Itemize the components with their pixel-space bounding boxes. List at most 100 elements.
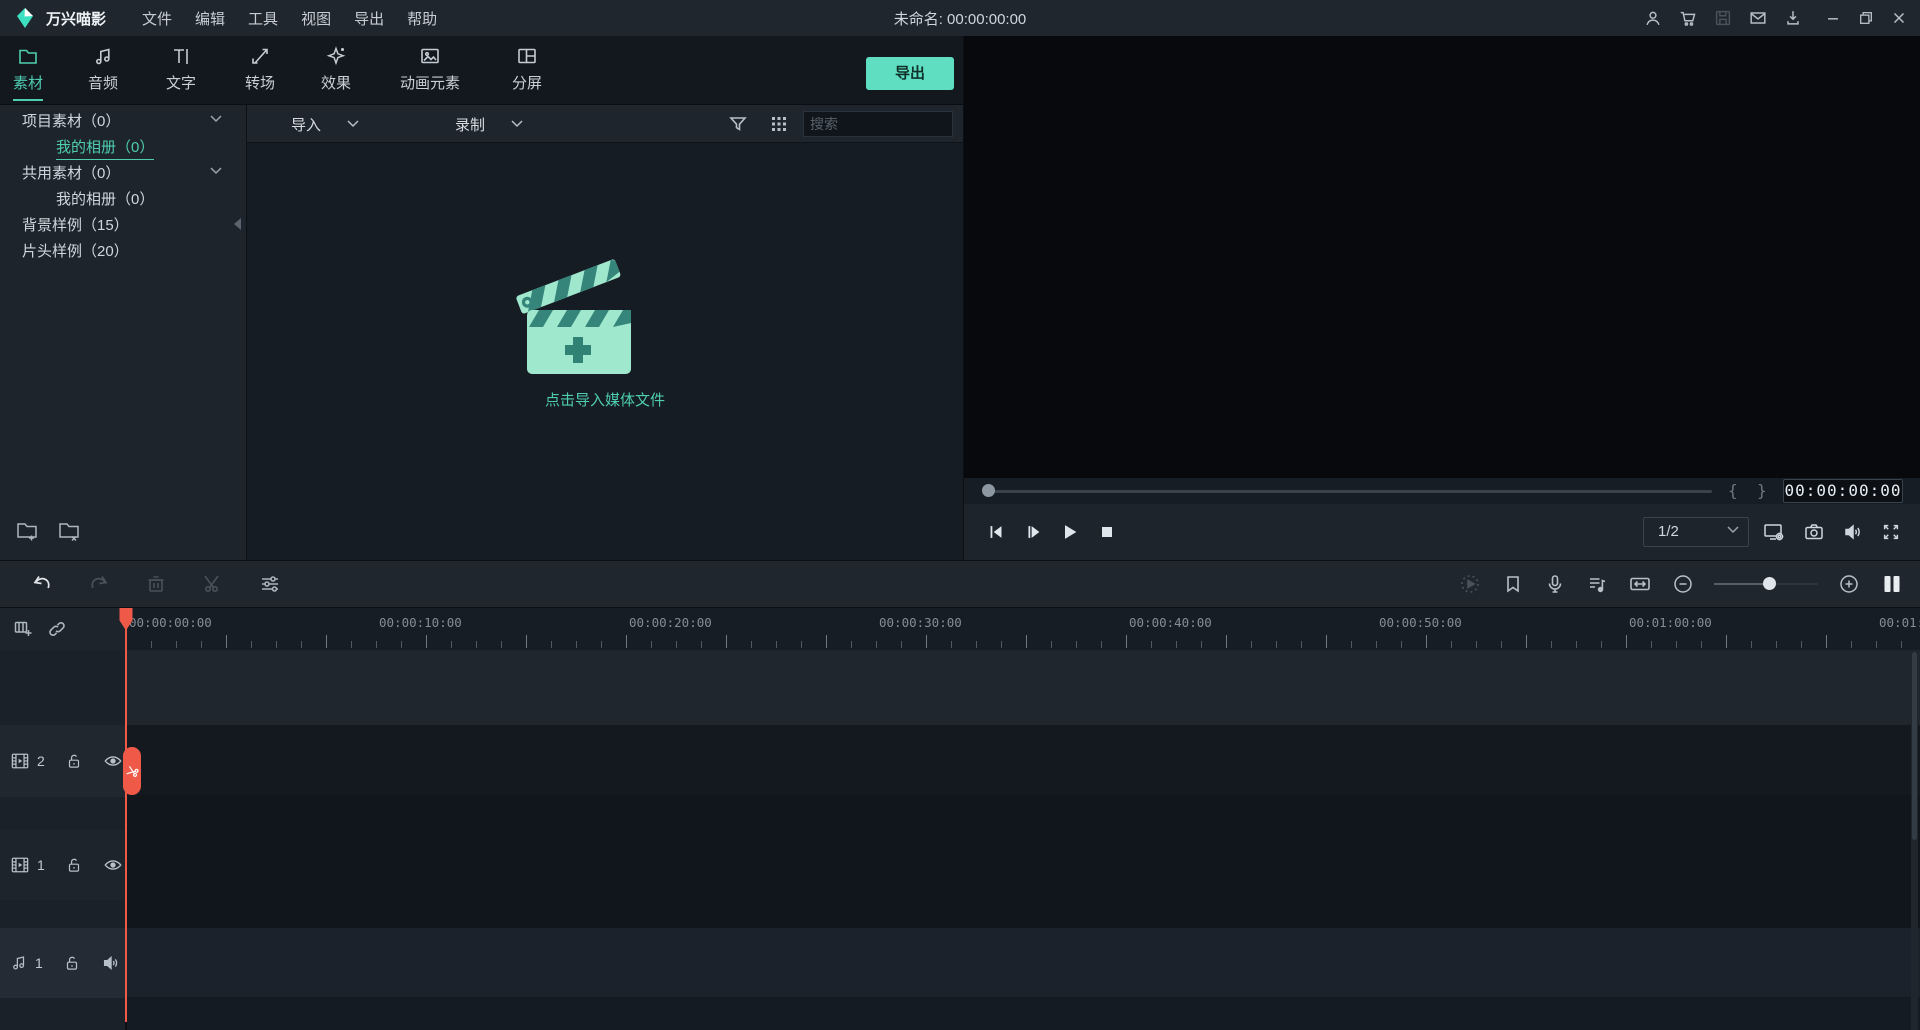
music-note-icon <box>63 43 143 69</box>
marker-icon[interactable] <box>1502 573 1524 595</box>
audio-track-icon <box>10 954 28 972</box>
scissors-icon[interactable] <box>201 572 225 596</box>
ruler-label: 00:00:00:00 <box>129 615 212 630</box>
tab-transitions[interactable]: 转场 <box>220 43 300 99</box>
audio-list-icon[interactable] <box>1586 573 1608 595</box>
microphone-icon[interactable] <box>1544 573 1566 595</box>
video-track-icon <box>10 752 30 770</box>
eye-icon[interactable] <box>103 751 123 771</box>
tab-audio[interactable]: 音频 <box>63 43 143 99</box>
stop-button[interactable] <box>1097 522 1117 542</box>
export-button[interactable]: 导出 <box>866 57 954 90</box>
app-logo-icon <box>14 7 36 29</box>
menu-view[interactable]: 视图 <box>301 8 331 29</box>
playhead-cut-button[interactable] <box>123 747 141 795</box>
timeline-ruler[interactable]: 00:00:00:00 00:00:10:00 00:00:20:00 00:0… <box>126 608 1920 650</box>
grid-view-icon[interactable] <box>768 113 790 135</box>
video-track-1-header: 1 <box>0 830 126 900</box>
mixer-icon[interactable] <box>258 572 282 596</box>
minimize-button[interactable] <box>1824 9 1842 27</box>
sidebar-item-shared-media[interactable]: 共用素材（0） <box>0 161 246 187</box>
split-screen-icon <box>487 43 567 69</box>
timeline-zoom-slider[interactable] <box>1714 577 1818 591</box>
tab-elements[interactable]: 动画元素 <box>385 43 475 99</box>
sidebar-item-my-album-project[interactable]: 我的相册（0） <box>0 135 246 161</box>
sidebar-item-project-media[interactable]: 项目素材（0） <box>0 109 246 135</box>
panel-columns-icon[interactable] <box>1880 572 1904 596</box>
previous-frame-button[interactable] <box>986 522 1006 542</box>
menu-edit[interactable]: 编辑 <box>195 8 225 29</box>
speaker-icon[interactable] <box>101 953 121 973</box>
chevron-down-icon[interactable] <box>210 115 222 123</box>
tab-split-screen[interactable]: 分屏 <box>487 43 567 99</box>
preview-quality-select[interactable]: 1/2 <box>1643 517 1749 547</box>
sidebar-item-intro-samples[interactable]: 片头样例（20） <box>0 239 246 265</box>
chevron-down-icon[interactable] <box>210 167 222 175</box>
save-icon[interactable] <box>1713 8 1733 28</box>
seek-thumb[interactable] <box>982 484 995 497</box>
cart-icon[interactable] <box>1678 8 1698 28</box>
next-frame-button[interactable] <box>1023 522 1043 542</box>
play-button[interactable] <box>1060 522 1080 542</box>
video-track-2-lane <box>126 725 1920 795</box>
menu-tools[interactable]: 工具 <box>248 8 278 29</box>
menu-help[interactable]: 帮助 <box>407 8 437 29</box>
ruler-label: 00:00:40:00 <box>1129 615 1212 630</box>
import-button[interactable]: 导入 <box>291 105 359 143</box>
tab-text[interactable]: 文字 <box>141 43 221 99</box>
zoom-in-icon[interactable] <box>1838 573 1860 595</box>
manage-tracks-icon[interactable] <box>12 618 34 640</box>
restore-button[interactable] <box>1857 9 1875 27</box>
timeline-toolbar <box>0 560 1920 608</box>
delete-icon[interactable] <box>144 572 168 596</box>
mark-in-brace[interactable]: { <box>1728 481 1738 500</box>
menu-file[interactable]: 文件 <box>142 8 172 29</box>
mark-out-brace[interactable]: } <box>1757 481 1767 500</box>
seek-row: { } 00:00:00:00 <box>964 478 1920 504</box>
sidebar-item-background-samples[interactable]: 背景样例（15） <box>0 213 246 239</box>
close-button[interactable] <box>1890 9 1908 27</box>
timeline-scrollbar-thumb[interactable] <box>1912 652 1917 840</box>
media-panel: 导入 录制 搜索 点击导入媒体文件 <box>247 105 1013 560</box>
volume-icon[interactable] <box>1842 521 1864 543</box>
link-icon[interactable] <box>46 618 68 640</box>
lock-icon[interactable] <box>65 752 83 770</box>
render-preview-icon[interactable] <box>1458 572 1482 596</box>
chevron-down-icon <box>347 120 359 128</box>
timeline-scrollbar[interactable] <box>1911 650 1918 1030</box>
add-folder-icon[interactable] <box>14 517 40 543</box>
fullscreen-icon[interactable] <box>1881 522 1901 542</box>
mail-icon[interactable] <box>1748 8 1768 28</box>
track-number: 2 <box>37 753 45 769</box>
audio-track-1-lane <box>126 928 1920 997</box>
download-icon[interactable] <box>1783 8 1803 28</box>
user-icon[interactable] <box>1643 8 1663 28</box>
seek-bar[interactable] <box>986 490 1712 493</box>
lock-icon[interactable] <box>63 954 81 972</box>
menu-export[interactable]: 导出 <box>354 8 384 29</box>
playhead-handle[interactable] <box>119 605 133 631</box>
filter-icon[interactable] <box>727 113 749 135</box>
clapperboard-icon <box>505 255 705 377</box>
playback-controls: 1/2 <box>964 504 1920 560</box>
fit-timeline-icon[interactable] <box>1628 572 1652 596</box>
redo-icon[interactable] <box>87 572 111 596</box>
display-settings-icon[interactable] <box>1762 520 1786 544</box>
import-media-dropzone[interactable]: 点击导入媒体文件 <box>505 255 705 410</box>
audio-track-1-header: 1 <box>0 928 126 998</box>
eye-icon[interactable] <box>103 855 123 875</box>
ruler-label: 00:01:00:00 <box>1629 615 1712 630</box>
lock-icon[interactable] <box>65 856 83 874</box>
tab-media[interactable]: 素材 <box>0 43 68 101</box>
zoom-out-icon[interactable] <box>1672 573 1694 595</box>
sidebar-item-my-album-shared[interactable]: 我的相册（0） <box>0 187 246 213</box>
snapshot-icon[interactable] <box>1803 521 1825 543</box>
record-button[interactable]: 录制 <box>455 105 523 143</box>
folder-icon <box>0 43 68 69</box>
undo-icon[interactable] <box>30 572 54 596</box>
tab-effects[interactable]: 效果 <box>296 43 376 99</box>
collapse-sidebar-handle[interactable] <box>234 218 241 230</box>
zoom-slider-handle[interactable] <box>1763 577 1776 590</box>
media-library-sidebar: 项目素材（0） 我的相册（0） 共用素材（0） 我的相册（0） 背景样例（15）… <box>0 105 246 560</box>
delete-folder-icon[interactable] <box>56 517 82 543</box>
